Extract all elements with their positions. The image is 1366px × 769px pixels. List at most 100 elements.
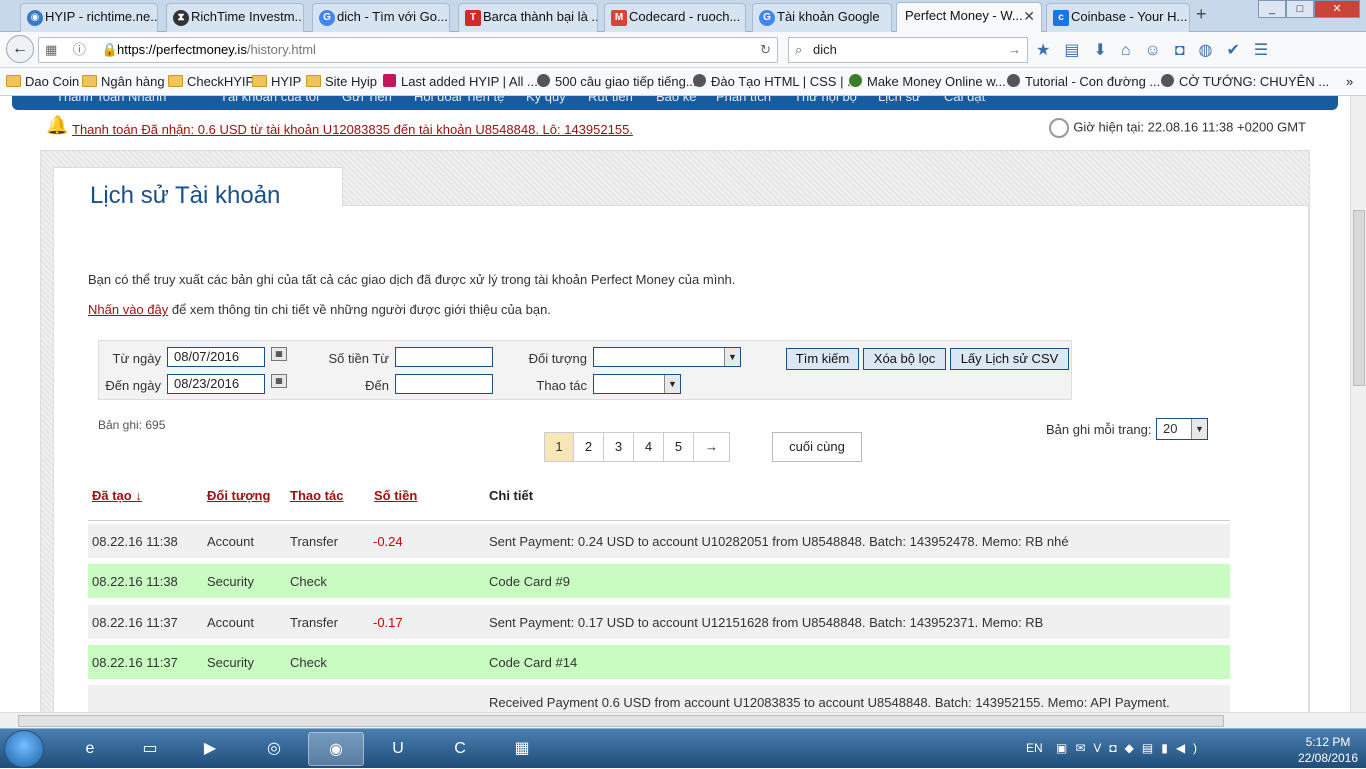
col-operation[interactable]: Thao tác [290,488,343,503]
chrome-icon[interactable]: ◎ [246,732,302,766]
toolbar-icons[interactable]: ★▤⬇⌂☺◘◍✔☰ [1036,40,1282,60]
bookmark-ngan-hang[interactable]: Ngân hàng [82,74,165,89]
grid-icon: ▦ ⓘ 🔒 [45,42,124,57]
tab-hyip-richtime[interactable]: ◉ HYIP - richtime.ne... [20,3,158,32]
tab-google-dich[interactable]: Gdich - Tìm với Go... [312,3,450,32]
amount-from-label: Số tiền Từ [328,351,390,366]
language-indicator[interactable]: EN [1026,741,1043,755]
bookmark-500-cau[interactable]: 500 câu giao tiếp tiếng... [536,74,697,89]
page-3[interactable]: 3 [604,432,634,462]
ie-icon[interactable]: e [62,732,118,766]
nav-deposit[interactable]: Gửi Tiền [342,96,392,104]
col-counterparty[interactable]: Đối tượng [207,488,270,503]
nav-messages[interactable]: Thư hội bộ [794,96,857,104]
tab-richtime[interactable]: ⧗ RichTime Investm... [166,3,304,32]
tab-perfect-money[interactable]: Perfect Money - W... ✕ [896,2,1042,33]
address-bar[interactable]: ▦ ⓘ 🔒 https://perfectmoney.is/history.ht… [38,37,778,63]
col-details: Chi tiết [489,488,534,503]
window-close-button[interactable]: ✕ [1314,0,1360,18]
amount-to-label: Đến [365,378,389,393]
tab-coinbase[interactable]: c Coinbase - Your H... [1046,3,1190,32]
referral-link[interactable]: Nhấn vào đây [88,302,168,317]
window-controls: _ □ ✕ [1258,0,1360,18]
media-player-icon[interactable]: ▶ [182,732,238,766]
col-created[interactable]: Đã tạo ↓ [92,488,142,503]
nav-settings[interactable]: Cài đặt [944,96,985,104]
reload-icon[interactable]: ↻ [760,38,771,62]
amount-from-input[interactable] [395,347,493,367]
firefox-icon[interactable]: ◉ [308,732,364,766]
bookmark-dao-coin[interactable]: Dao Coin [6,74,79,89]
operation-select[interactable]: ▼ [593,374,681,394]
nav-exchange[interactable]: Hối đoái Tiền tệ [414,96,504,104]
maximize-button[interactable]: □ [1286,0,1314,18]
clear-filter-button[interactable]: Xóa bộ lọc [863,348,946,370]
csv-button[interactable]: Lấy Lịch sử CSV [950,348,1069,370]
bookmarks-overflow[interactable]: » [1346,74,1353,89]
unikey-icon[interactable]: U [370,732,426,766]
bookmark-make-money[interactable]: Make Money Online w... [848,74,1006,89]
browser-nav-bar: ← ▦ ⓘ 🔒 https://perfectmoney.is/history.… [0,32,1366,68]
nav-analysis[interactable]: Phân tích [716,96,771,104]
scroll-thumb[interactable] [1353,210,1365,386]
last-page-button[interactable]: cuối cùng [772,432,862,462]
leaf-icon [849,74,862,87]
start-button[interactable] [4,730,44,768]
ccleaner-icon[interactable]: C [432,732,488,766]
page-2[interactable]: 2 [574,432,604,462]
per-page-select[interactable]: 20 ▼ [1156,418,1208,440]
search-button[interactable]: Tìm kiếm [786,348,859,370]
tray-icons[interactable]: ▣✉V◘◆▤▮◀) [1056,741,1205,755]
horizontal-scrollbar[interactable] [0,712,1366,728]
nav-withdraw[interactable]: Rút tiền [588,96,633,104]
clock-icon [1049,118,1070,138]
calendar-icon[interactable]: ▦ [271,347,287,361]
tab-codecard[interactable]: M Codecard - ruoch... [604,3,746,32]
to-date-input[interactable]: 08/23/2016 [167,374,265,394]
nav-my-account[interactable]: Tài khoản của tôi [220,96,319,104]
hourglass-icon: ⧗ [173,10,189,26]
back-button[interactable]: ← [6,35,34,63]
nav-statement[interactable]: Báo kê [656,96,696,104]
tab-barca[interactable]: T Barca thành bại là ... [458,3,598,32]
globe-icon: ◉ [27,10,43,26]
search-icon: ⌕ [795,42,803,57]
table-row: 08.22.16 11:38 Security Check Code Card … [88,564,1230,598]
from-date-input[interactable]: 08/07/2016 [167,347,265,367]
explorer-icon[interactable]: ▭ [122,732,178,766]
calendar-icon[interactable]: ▦ [271,374,287,388]
page-description: Bạn có thể truy xuất các bản ghi của tất… [88,272,736,287]
nav-escrow[interactable]: Ký quỹ [526,96,566,104]
vertical-scrollbar[interactable] [1350,96,1366,712]
nav-history[interactable]: Lịch sử [878,96,921,104]
page-4[interactable]: 4 [634,432,664,462]
notice-link[interactable]: Thanh toán Đã nhận: 0.6 USD từ tài khoản… [72,122,633,137]
next-page-button[interactable]: → [694,432,730,462]
bookmark-dao-tao-html[interactable]: Đào Tạo HTML | CSS | ... [692,74,858,89]
google-icon: G [319,10,335,26]
counterparty-select[interactable]: ▼ [593,347,741,367]
bookmark-hyip[interactable]: HYIP [252,74,301,89]
filter-box: Từ ngày 08/07/2016 ▦ Đến ngày 08/23/2016… [98,340,1072,400]
amount-to-input[interactable] [395,374,493,394]
bookmark-last-added-hyip[interactable]: Last added HYIP | All ... [382,74,538,89]
bookmark-site-hyip[interactable]: Site Hyip [306,74,377,89]
scroll-thumb[interactable] [18,715,1224,727]
tab-google-account[interactable]: G Tài khoản Google [752,3,892,32]
nav-quick-pay[interactable]: Thanh Toán Nhanh [56,96,166,104]
close-tab-icon[interactable]: ✕ [1023,3,1035,29]
go-icon[interactable]: → [1008,38,1021,62]
clock[interactable]: 5:12 PM 22/08/2016 [1290,734,1366,766]
calculator-icon[interactable]: ▦ [494,732,550,766]
col-amount[interactable]: Số tiền [374,488,417,503]
search-bar[interactable]: ⌕ dich → [788,37,1028,63]
page-5[interactable]: 5 [664,432,694,462]
chevron-down-icon: ▼ [724,348,740,366]
bookmark-tutorial[interactable]: Tutorial - Con đường ... [1006,74,1160,89]
folder-icon [168,75,183,87]
new-tab-button[interactable]: + [1196,4,1207,25]
bookmark-co-tuong[interactable]: CỜ TƯỚNG: CHUYÊN ... [1160,74,1329,89]
bookmark-checkhyip[interactable]: CheckHYIP [168,74,254,89]
minimize-button[interactable]: _ [1258,0,1286,18]
page-1[interactable]: 1 [544,432,574,462]
